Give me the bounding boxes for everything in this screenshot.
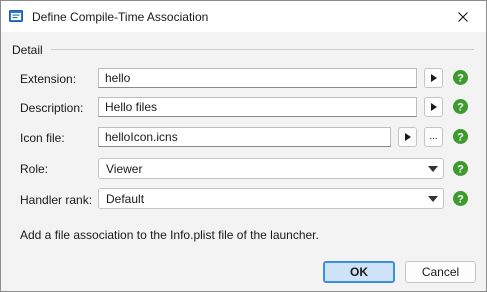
detail-section-label: Detail [12,43,43,57]
handler-rank-label: Handler rank: [20,193,93,207]
dropdown-arrow-icon [428,166,438,172]
help-question-glyph: ? [457,163,464,175]
description-note: Add a file association to the Info.plist… [20,228,319,242]
close-icon [458,11,468,22]
play-arrow-icon [430,74,437,82]
play-arrow-icon [404,133,411,141]
role-label: Role: [20,162,49,176]
handler-rank-select[interactable]: Default [98,188,444,209]
help-question-glyph: ? [457,101,464,113]
dialog-window: Define Compile-Time Association Detail E… [0,0,487,292]
description-label: Description: [20,101,84,115]
help-question-glyph: ? [457,193,464,205]
help-question-icon[interactable]: ? [453,191,468,206]
extension-label: Extension: [20,72,77,86]
help-question-icon[interactable]: ? [453,129,468,144]
extension-menu-button[interactable] [424,68,443,88]
help-question-glyph: ? [457,131,464,143]
help-question-icon[interactable]: ? [453,161,468,176]
handler-rank-select-value: Default [106,192,145,206]
play-arrow-icon [430,103,437,111]
ok-button[interactable]: OK [323,261,395,283]
description-input[interactable] [98,97,417,117]
app-window-icon [9,10,23,22]
section-divider [51,49,474,50]
title-bar: Define Compile-Time Association [1,1,486,32]
close-button[interactable] [440,1,486,32]
icon-file-input[interactable] [98,127,391,147]
role-select-value: Viewer [106,162,143,176]
dialog-title: Define Compile-Time Association [32,10,209,24]
icon-file-browse-button[interactable]: ... [424,127,443,147]
dropdown-arrow-icon [428,196,438,202]
role-select[interactable]: Viewer [98,158,444,179]
help-question-glyph: ? [457,72,464,84]
cancel-button[interactable]: Cancel [405,261,476,283]
extension-input[interactable] [98,68,417,88]
icon-file-menu-button[interactable] [398,127,417,147]
help-question-icon[interactable]: ? [453,99,468,114]
description-menu-button[interactable] [424,97,443,117]
help-question-icon[interactable]: ? [453,70,468,85]
icon-file-label: Icon file: [20,131,65,145]
